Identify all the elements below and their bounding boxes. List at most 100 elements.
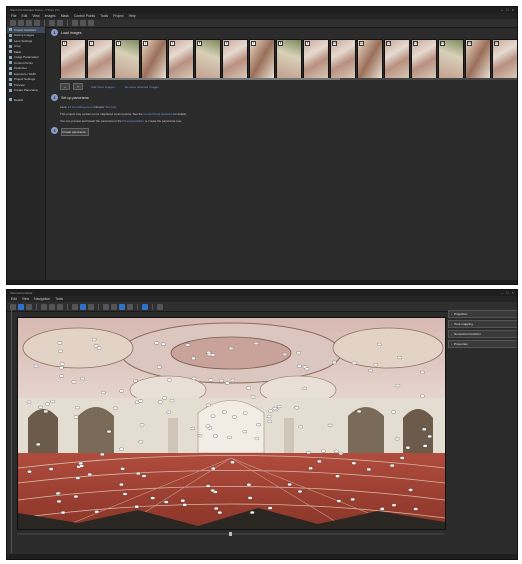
maximize-button[interactable]: □ (506, 7, 508, 13)
control-point-marker[interactable] (254, 437, 260, 440)
control-point-marker[interactable] (422, 444, 428, 448)
control-point-marker[interactable] (133, 379, 138, 383)
control-point-marker[interactable] (222, 410, 227, 414)
image-thumbnail[interactable]: 6 (222, 39, 248, 79)
control-point-marker[interactable] (191, 356, 196, 360)
control-point-marker[interactable] (247, 496, 253, 500)
menu-edit[interactable]: Edit (11, 297, 17, 301)
control-point-marker[interactable] (287, 483, 292, 486)
control-point-marker[interactable] (395, 384, 401, 388)
control-point-marker[interactable] (246, 386, 251, 390)
image-thumbnail[interactable]: 1 (87, 39, 113, 79)
control-point-marker[interactable] (96, 346, 102, 350)
panorama-preview[interactable] (17, 317, 446, 530)
remove-image-button[interactable]: – (60, 83, 70, 90)
control-point-marker[interactable] (45, 402, 50, 406)
control-point-marker[interactable] (71, 380, 77, 384)
control-point-marker[interactable] (50, 400, 55, 403)
control-point-marker[interactable] (78, 461, 83, 465)
control-point-marker[interactable] (138, 399, 143, 403)
control-point-marker[interactable] (197, 434, 203, 438)
image-thumbnail[interactable]: 7 (249, 39, 275, 79)
control-point-marker[interactable] (334, 449, 339, 453)
optimize-icon[interactable] (80, 20, 86, 26)
control-point-marker[interactable] (33, 364, 39, 368)
control-point-marker[interactable] (79, 464, 84, 468)
create-panorama-button[interactable]: Create panorama... (61, 128, 89, 136)
control-point-marker[interactable] (336, 499, 342, 503)
control-point-marker[interactable] (219, 379, 224, 383)
scroll-handle[interactable] (229, 532, 232, 536)
control-point-marker[interactable] (205, 424, 211, 428)
control-point-marker[interactable] (139, 423, 145, 427)
image-thumbnail[interactable]: 9 (303, 39, 329, 79)
control-point-marker[interactable] (366, 467, 371, 471)
image-thumbnail[interactable]: 13 (411, 39, 437, 79)
control-point-marker[interactable] (206, 403, 211, 407)
control-point-marker[interactable] (225, 381, 230, 385)
control-point-marker[interactable] (373, 363, 379, 367)
control-point-marker[interactable] (57, 341, 63, 345)
control-point-marker[interactable] (87, 473, 92, 476)
control-point-marker[interactable] (217, 511, 222, 515)
open-icon[interactable] (18, 20, 24, 26)
maximize-button[interactable]: □ (506, 290, 508, 296)
select-icon[interactable] (10, 303, 16, 310)
control-point-marker[interactable] (101, 391, 106, 394)
menu-edit[interactable]: Edit (21, 14, 27, 18)
control-point-marker[interactable] (214, 507, 219, 510)
control-point-marker[interactable] (122, 492, 128, 496)
control-point-marker[interactable] (164, 500, 169, 504)
menu-file[interactable]: File (11, 14, 16, 18)
control-point-marker[interactable] (48, 467, 54, 471)
control-point-marker[interactable] (213, 434, 218, 438)
control-point-marker[interactable] (338, 452, 344, 455)
grid-icon[interactable] (41, 303, 47, 310)
image-thumbnail[interactable]: 3 (141, 39, 167, 79)
control-point-marker[interactable] (75, 406, 80, 410)
menu-control-points[interactable]: Control Points (74, 14, 95, 18)
control-point-marker[interactable] (268, 409, 273, 413)
control-point-marker[interactable] (335, 474, 340, 478)
control-point-marker[interactable] (154, 341, 159, 345)
control-point-marker[interactable] (246, 483, 252, 487)
control-point-marker[interactable] (420, 370, 425, 374)
control-point-marker[interactable] (73, 495, 79, 499)
control-point-marker[interactable] (302, 386, 307, 390)
control-point-marker[interactable] (253, 342, 259, 345)
control-point-marker[interactable] (180, 499, 185, 503)
control-point-marker[interactable] (321, 449, 326, 453)
control-point-marker[interactable] (267, 419, 272, 423)
control-point-marker[interactable] (243, 411, 248, 415)
control-point-marker[interactable] (136, 472, 141, 475)
menu-navigation[interactable]: Navigation (34, 297, 50, 301)
control-point-marker[interactable] (38, 405, 43, 409)
image-thumbnail[interactable]: 2 (114, 39, 140, 79)
menu-view[interactable]: View (22, 297, 29, 301)
control-point-marker[interactable] (73, 415, 79, 419)
save-icon[interactable] (26, 20, 32, 26)
control-point-marker[interactable] (294, 406, 299, 410)
control-point-marker[interactable] (158, 400, 163, 404)
control-point-marker[interactable] (190, 427, 195, 430)
control-point-marker[interactable] (230, 378, 236, 382)
control-point-marker[interactable] (208, 378, 214, 382)
image-thumbnail[interactable]: 14 (438, 39, 464, 79)
control-point-marker[interactable] (368, 369, 373, 372)
numbers-icon[interactable] (49, 303, 55, 310)
view-icon[interactable] (111, 303, 117, 310)
control-point-marker[interactable] (350, 497, 355, 501)
control-point-marker[interactable] (210, 353, 216, 357)
redo-icon[interactable] (49, 20, 55, 26)
control-point-marker[interactable] (211, 467, 216, 471)
control-point-marker[interactable] (161, 342, 166, 346)
control-point-marker[interactable] (272, 407, 277, 410)
control-point-marker[interactable] (166, 410, 171, 414)
menu-images[interactable]: Images (45, 14, 56, 18)
menu-project[interactable]: Project (113, 14, 124, 18)
control-point-marker[interactable] (308, 466, 313, 470)
scrollbar-thumb[interactable] (60, 78, 340, 80)
control-point-marker[interactable] (43, 409, 48, 413)
panorama-editor-icon[interactable] (57, 20, 63, 26)
control-point-marker[interactable] (394, 437, 400, 441)
